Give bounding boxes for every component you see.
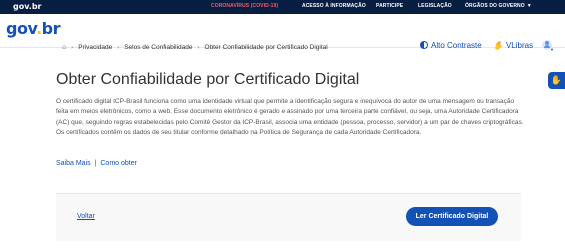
- link-separator: |: [94, 160, 97, 167]
- alto-contraste-label: Alto Contraste: [431, 41, 482, 50]
- home-icon[interactable]: ⌂: [62, 44, 66, 51]
- voltar-link[interactable]: Voltar: [77, 213, 95, 220]
- breadcrumb-item-selos[interactable]: Selos de Confiabilidade: [124, 44, 192, 51]
- topbar-link-participe[interactable]: PARTICIPE: [376, 3, 403, 9]
- govbr-logo[interactable]: gov.br: [6, 19, 61, 38]
- top-bar: gov.br CORONAVÍRUS (COVID-19) ACESSO À I…: [0, 0, 565, 14]
- site-header: gov.br Alto Contraste ✋ VLibras ▼: [0, 14, 565, 52]
- logo-br: br: [41, 19, 61, 38]
- chevron-right-icon: ›: [197, 44, 200, 51]
- chevron-down-icon: ▼: [526, 3, 532, 9]
- topbar-link-acesso-informacao[interactable]: ACESSO À INFORMAÇÃO: [302, 3, 366, 9]
- chevron-down-icon: ▼: [550, 47, 554, 52]
- alto-contraste-button[interactable]: Alto Contraste: [420, 41, 482, 50]
- topbar-link-coronavirus[interactable]: CORONAVÍRUS (COVID-19): [211, 3, 278, 9]
- topbar-link-orgaos-governo[interactable]: ÓRGÃOS DO GOVERNO ▼: [465, 3, 532, 9]
- govbr-brand[interactable]: gov.br: [13, 2, 42, 11]
- como-obter-link[interactable]: Como obter: [100, 160, 137, 167]
- orgaos-governo-label: ÓRGÃOS DO GOVERNO: [465, 3, 525, 9]
- info-links: Saiba Mais | Como obter: [56, 160, 137, 167]
- contrast-icon: [420, 41, 428, 49]
- chevron-right-icon: ›: [71, 44, 74, 51]
- hand-sign-icon: ✋: [550, 75, 563, 85]
- chevron-right-icon: ›: [117, 44, 120, 51]
- breadcrumb-item-privacidade[interactable]: Privacidade: [78, 44, 112, 51]
- page-title: Obter Confiabilidade por Certificado Dig…: [56, 71, 360, 88]
- breadcrumb-item-current: Obter Confiabilidade por Certificado Dig…: [204, 44, 328, 51]
- ler-certificado-button[interactable]: Ler Certificado Digital: [406, 207, 498, 226]
- page-description: O certificado digital ICP-Brasil funcion…: [56, 98, 524, 137]
- vlibras-label: VLibras: [505, 41, 534, 50]
- vlibras-button[interactable]: ✋ VLibras: [493, 41, 533, 50]
- vlibras-widget[interactable]: ✋: [548, 72, 565, 89]
- breadcrumb: ⌂ › Privacidade › Selos de Confiabilidad…: [62, 44, 328, 51]
- saiba-mais-link[interactable]: Saiba Mais: [56, 160, 91, 167]
- logo-gov: gov: [6, 19, 37, 38]
- topbar-link-legislacao[interactable]: LEGISLAÇÃO: [418, 3, 452, 9]
- hand-sign-icon: ✋: [493, 41, 503, 50]
